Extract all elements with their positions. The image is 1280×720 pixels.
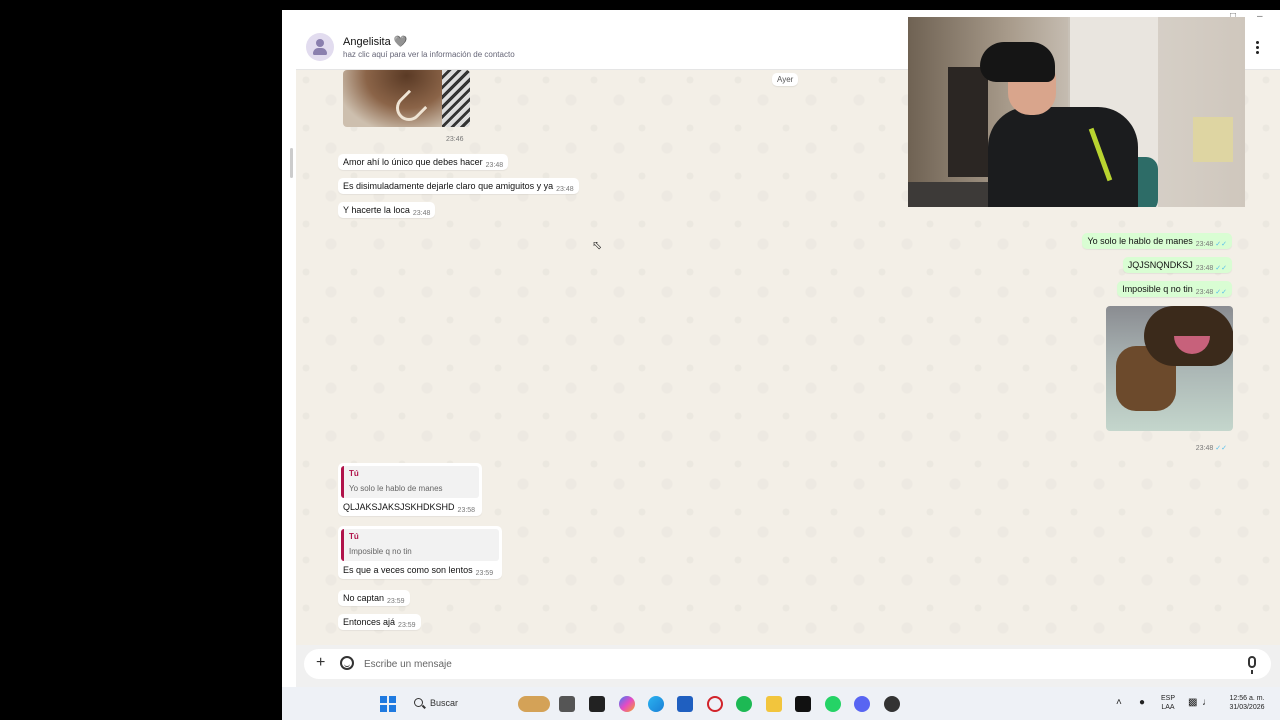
quoted-author: Tú <box>349 469 359 478</box>
menu-dots-icon[interactable] <box>1251 40 1263 56</box>
message-bubble[interactable]: Entonces ajá 23:59 <box>338 614 421 630</box>
reply-message-bubble[interactable]: Tú Imposible q no tin Es que a veces com… <box>338 526 502 579</box>
spotify-icon[interactable] <box>736 696 752 712</box>
search-icon[interactable] <box>414 698 423 707</box>
message-input[interactable] <box>364 656 1224 672</box>
message-bubble[interactable]: Amor ahí lo único que debes hacer 23:48 <box>338 154 509 170</box>
outgoing-message-bubble[interactable]: JQJSNQNDKSJ 23:48 ✓✓ <box>1122 257 1232 273</box>
quoted-text: Yo solo le hablo de manes <box>349 484 443 493</box>
chevron-up-icon[interactable]: ˄ <box>1116 697 1122 708</box>
folder-icon[interactable] <box>766 696 782 712</box>
microphone-icon[interactable] <box>1248 656 1256 674</box>
keyboard-layout: LAA <box>1161 704 1175 711</box>
contact-avatar[interactable] <box>306 33 334 61</box>
message-time: 23:48 <box>1195 445 1214 452</box>
taskbar: Buscar ˄ ● ESP LAA ▩ ♩ 12:56 a. m. 31/03/2… <box>282 687 1280 720</box>
mouse-cursor: ⬁ <box>592 238 603 252</box>
store-icon[interactable] <box>677 696 693 712</box>
message-time: 23:59 <box>387 598 405 605</box>
webcam-keyboard <box>908 182 998 207</box>
image-timestamp: 23:46 <box>446 136 464 143</box>
message-bubble[interactable]: No captan 23:59 <box>338 590 410 606</box>
taskbar-search[interactable]: Buscar <box>430 698 458 708</box>
message-text: Yo solo le hablo de manes <box>1087 236 1193 246</box>
webcam-person-body <box>988 107 1138 207</box>
message-text: Es disimuladamente dejarle claro que ami… <box>343 181 554 191</box>
resize-handle[interactable] <box>290 148 293 178</box>
message-time: 23:59 <box>398 622 416 629</box>
opera-icon[interactable] <box>707 696 723 712</box>
clock-date: 31/03/2026 <box>1229 704 1265 711</box>
quoted-message[interactable]: Tú Yo solo le hablo de manes <box>341 466 479 498</box>
message-time: 23:48 <box>1195 289 1214 296</box>
received-image[interactable] <box>343 70 470 127</box>
clock-time: 12:56 a. m. <box>1229 695 1265 702</box>
capcut-icon[interactable] <box>589 696 605 712</box>
quoted-message[interactable]: Tú Imposible q no tin <box>341 529 499 561</box>
microphone-tray-icon[interactable]: ● <box>1139 697 1145 708</box>
message-time: 23:48 <box>1195 265 1214 272</box>
quoted-author: Tú <box>349 532 359 541</box>
app-icon[interactable] <box>884 696 900 712</box>
message-text: No captan <box>343 593 385 603</box>
composer-bar: + <box>296 645 1280 687</box>
composer-box[interactable]: + <box>304 649 1271 679</box>
volume-icon[interactable]: ♩ <box>1202 697 1212 708</box>
chat-list-panel-edge <box>282 28 296 687</box>
minimize-button[interactable]: – <box>1257 11 1263 22</box>
message-time: 23:48 <box>485 162 504 169</box>
reply-message-bubble[interactable]: Tú Yo solo le hablo de manes QLJAKSJAKSJ… <box>338 463 482 516</box>
read-ticks-icon: ✓✓ <box>1215 445 1227 452</box>
plus-icon[interactable]: + <box>316 655 325 671</box>
edge-icon[interactable] <box>648 696 664 712</box>
quoted-text: Imposible q no tin <box>349 547 412 556</box>
reply-text-row: QLJAKSJAKSJSKHDKSHD 23:58 <box>341 498 479 514</box>
message-time: 23:48 <box>556 186 574 193</box>
language-indicator[interactable]: ESP LAA <box>1160 694 1176 712</box>
message-bubble[interactable]: Y hacerte la loca 23:48 <box>338 202 436 218</box>
message-time: 23:59 <box>475 570 494 577</box>
widget-icon[interactable] <box>518 696 550 712</box>
epic-games-icon[interactable] <box>795 696 811 712</box>
webcam-background-box <box>1193 117 1233 162</box>
clock[interactable]: 12:56 a. m. 31/03/2026 <box>1222 694 1272 712</box>
sticker-icon[interactable] <box>340 656 354 670</box>
message-text: Entonces ajá <box>343 617 396 627</box>
message-text: QLJAKSJAKSJSKHDKSHD <box>343 502 455 512</box>
message-text: Y hacerte la loca <box>343 205 410 215</box>
message-text: Imposible q no tin <box>1122 284 1193 294</box>
whatsapp-icon[interactable] <box>825 696 841 712</box>
message-time: 23:58 <box>457 507 476 514</box>
windows-start-icon[interactable] <box>380 696 396 712</box>
hands-image-detail <box>390 89 428 127</box>
message-time: 23:48 <box>1195 241 1214 248</box>
message-text: Amor ahí lo único que debes hacer <box>343 157 483 167</box>
message-bubble[interactable]: Es disimuladamente dejarle claro que ami… <box>338 178 579 194</box>
message-text: JQJSNQNDKSJ <box>1127 260 1193 270</box>
language-code: ESP <box>1160 695 1175 702</box>
contact-name[interactable]: Angelisita 🩶 <box>343 35 407 48</box>
file-icon[interactable] <box>559 696 575 712</box>
webcam-overlay <box>908 17 1245 207</box>
outgoing-message-bubble[interactable]: Imposible q no tin 23:48 ✓✓ <box>1117 281 1232 297</box>
read-ticks-icon: ✓✓ <box>1215 265 1227 272</box>
sent-image[interactable] <box>1106 306 1233 431</box>
image-pattern <box>442 70 470 127</box>
contact-info-hint[interactable]: haz clic aquí para ver la información de… <box>343 50 515 59</box>
message-time: 23:48 <box>412 210 431 217</box>
read-ticks-icon: ✓✓ <box>1215 289 1227 296</box>
sent-image-meta: 23:48 ✓✓ <box>1188 437 1232 453</box>
webcam-background-shelf <box>948 67 988 177</box>
reply-text-row: Es que a veces como son lentos 23:59 <box>341 561 499 577</box>
copilot-icon[interactable] <box>619 696 635 712</box>
network-icon[interactable]: ▩ <box>1188 697 1197 708</box>
webcam-person-hair <box>980 42 1055 82</box>
outgoing-message-bubble[interactable]: Yo solo le hablo de manes 23:48 ✓✓ <box>1082 233 1232 249</box>
read-ticks-icon: ✓✓ <box>1215 241 1227 248</box>
message-text: Es que a veces como son lentos <box>343 565 473 575</box>
date-separator: Ayer <box>772 73 799 86</box>
discord-icon[interactable] <box>854 696 870 712</box>
